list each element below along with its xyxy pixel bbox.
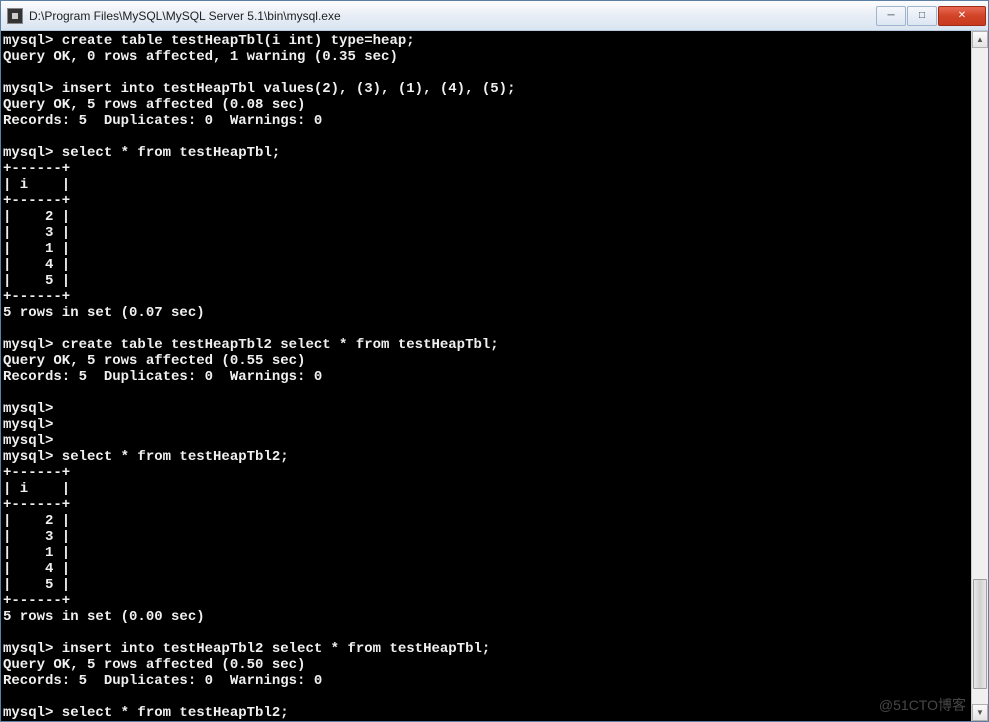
app-icon [7,8,23,24]
scroll-up-button[interactable]: ▲ [972,31,988,48]
scroll-down-button[interactable]: ▼ [972,704,988,721]
terminal-output[interactable]: mysql> create table testHeapTbl(i int) t… [1,31,971,721]
minimize-button[interactable]: ─ [876,6,906,26]
window-titlebar: D:\Program Files\MySQL\MySQL Server 5.1\… [1,1,988,31]
window-title: D:\Program Files\MySQL\MySQL Server 5.1\… [29,9,875,23]
maximize-button[interactable]: □ [907,6,937,26]
close-button[interactable]: ✕ [938,6,986,26]
scrollbar-thumb[interactable] [973,579,987,689]
console-area: mysql> create table testHeapTbl(i int) t… [1,31,988,721]
watermark-text: @51CTO博客 [879,695,966,715]
window-controls: ─ □ ✕ [875,6,986,26]
vertical-scrollbar[interactable]: ▲ ▼ [971,31,988,721]
